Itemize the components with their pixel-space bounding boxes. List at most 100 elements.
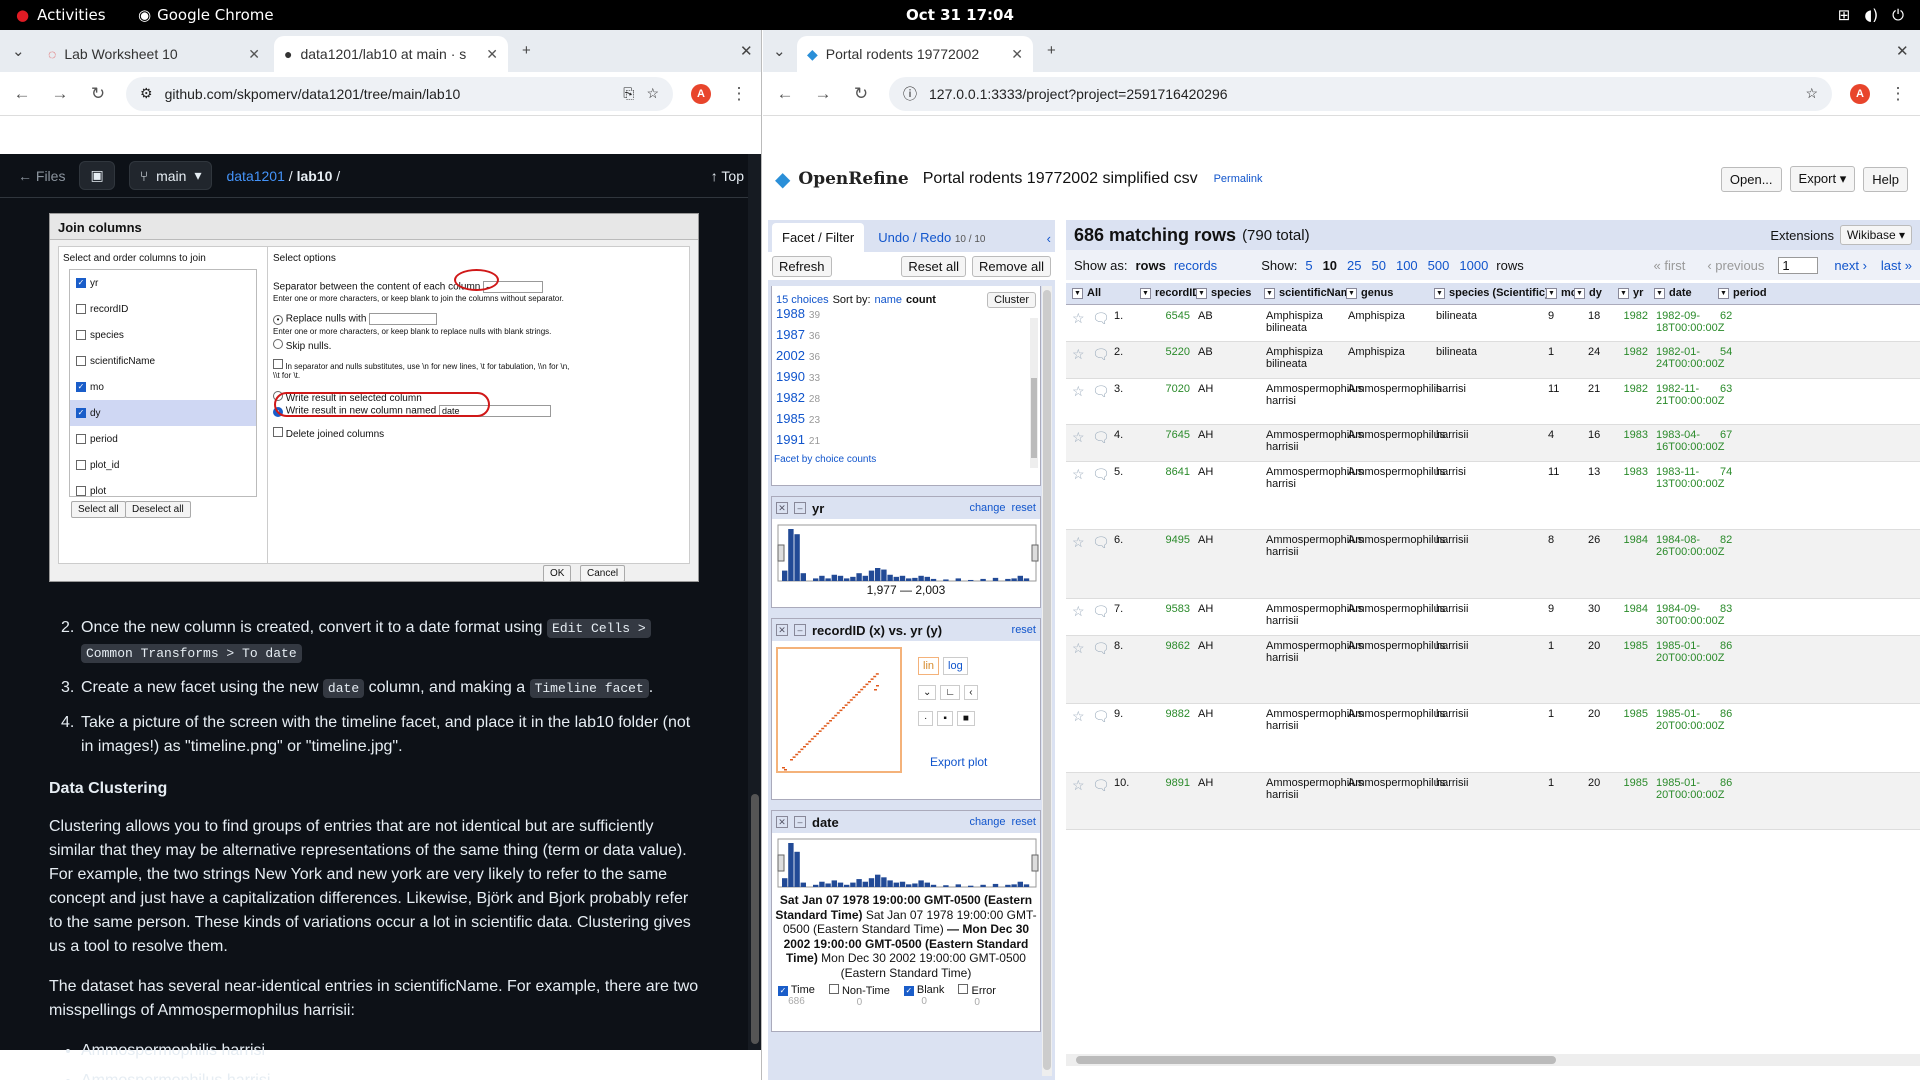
help-button[interactable]: Help	[1863, 166, 1908, 192]
choice-value[interactable]: 1982	[776, 390, 805, 405]
sort-name-link[interactable]: name	[875, 294, 903, 306]
column-checkbox[interactable]: ✓	[76, 382, 86, 392]
star-icon[interactable]: ☆	[1072, 466, 1085, 483]
list-scrollbar[interactable]	[1030, 318, 1038, 468]
choice-value[interactable]: 1991	[776, 432, 805, 447]
column-menu-icon[interactable]: ▼	[1434, 287, 1445, 299]
new-tab-icon[interactable]: +	[522, 42, 531, 59]
close-window-icon[interactable]: ✕	[1896, 42, 1909, 60]
column-checkbox[interactable]: ✓	[76, 278, 86, 288]
wikibase-button[interactable]: Wikibase ▾	[1839, 225, 1912, 245]
choice-value[interactable]: 1988	[776, 306, 805, 321]
choice-item[interactable]: 1991 21	[776, 430, 1040, 451]
column-header[interactable]: ▼ All	[1072, 287, 1101, 299]
note-icon[interactable]: 🗨	[1092, 466, 1110, 483]
address-bar[interactable]: ⓘ 127.0.0.1:3333/project?project=25917164…	[889, 76, 1832, 111]
scroll-thumb[interactable]	[1031, 378, 1037, 458]
skip-nulls-radio[interactable]	[273, 339, 283, 349]
ok-button[interactable]: OK	[543, 565, 572, 582]
reset-link[interactable]: reset	[1012, 624, 1036, 636]
timeline-check[interactable]: Error 0	[958, 984, 996, 1008]
install-icon[interactable]: ⎘	[623, 85, 634, 102]
column-option[interactable]: plot_id	[70, 452, 256, 478]
forward-icon[interactable]: →	[813, 84, 833, 104]
select-all-button[interactable]: Select all	[71, 501, 126, 518]
page-size-option[interactable]: 5	[1305, 258, 1312, 273]
column-checkbox[interactable]	[76, 434, 86, 444]
close-icon[interactable]: ✕	[486, 46, 498, 63]
note-icon[interactable]: 🗨	[1092, 383, 1110, 400]
choice-item[interactable]: 1990 33	[776, 367, 1040, 388]
range-handle[interactable]	[777, 854, 785, 872]
checkbox[interactable]: ✓	[903, 986, 914, 996]
column-menu-icon[interactable]: ▼	[1574, 287, 1585, 299]
column-menu-icon[interactable]: ▼	[1072, 287, 1083, 299]
close-icon[interactable]: ✕	[1011, 46, 1023, 63]
minimize-facet-icon[interactable]: –	[794, 502, 806, 514]
page-size-option[interactable]: 25	[1347, 258, 1361, 273]
column-header[interactable]: ▼ mo	[1546, 287, 1578, 299]
column-option[interactable]: ✓ dy	[70, 400, 256, 426]
yr-histogram[interactable]	[774, 523, 1042, 583]
column-option[interactable]: recordID	[70, 296, 256, 322]
column-checkbox[interactable]	[76, 486, 86, 496]
column-checkbox[interactable]	[76, 304, 86, 314]
column-header[interactable]: ▼ dy	[1574, 287, 1602, 299]
page-size-option[interactable]: 50	[1372, 258, 1386, 273]
branch-button[interactable]: ⑂ main ▾	[128, 161, 213, 190]
close-icon[interactable]: ✕	[248, 46, 260, 63]
openrefine-logo[interactable]: OpenRefine	[798, 169, 908, 189]
page-input[interactable]: 1	[1778, 256, 1819, 274]
replace-nulls-input[interactable]	[369, 313, 438, 325]
note-icon[interactable]: 🗨	[1092, 534, 1110, 551]
page-scrollbar[interactable]	[748, 154, 761, 1050]
top-link[interactable]: ↑ Top	[711, 168, 744, 184]
reset-link[interactable]: reset	[1012, 816, 1036, 828]
reload-icon[interactable]: ↻	[88, 84, 108, 104]
scroll-thumb[interactable]	[751, 794, 759, 1044]
sidebar-icon[interactable]: ▣	[79, 161, 115, 190]
column-header[interactable]: ▼ genus	[1346, 287, 1393, 299]
column-header[interactable]: ▼ yr	[1618, 287, 1643, 299]
star-icon[interactable]: ☆	[1072, 708, 1085, 725]
clock[interactable]: Oct 31 17:04	[0, 6, 1920, 24]
choice-item[interactable]: 2002 36	[776, 346, 1040, 367]
horizontal-scrollbar[interactable]	[1066, 1054, 1920, 1066]
star-icon[interactable]: ☆	[1072, 383, 1085, 400]
timeline-check[interactable]: ✓ Blank 0	[903, 984, 944, 1008]
column-header[interactable]: ▼ recordID	[1140, 287, 1200, 299]
column-option[interactable]: scientificName	[70, 348, 256, 374]
reset-all-button[interactable]: Reset all	[901, 255, 966, 277]
star-icon[interactable]: ☆	[1072, 640, 1085, 657]
cluster-button[interactable]: Cluster	[987, 292, 1036, 308]
large-dot-icon[interactable]: ■	[956, 711, 975, 726]
column-menu-icon[interactable]: ▼	[1346, 287, 1357, 299]
note-icon[interactable]: 🗨	[1092, 603, 1110, 620]
close-window-icon[interactable]: ✕	[740, 42, 753, 60]
remove-all-button[interactable]: Remove all	[971, 255, 1051, 277]
page-size-option[interactable]: 100	[1396, 258, 1418, 273]
page-size-option[interactable]: 500	[1428, 258, 1450, 273]
range-handle[interactable]	[1031, 854, 1039, 872]
note-icon[interactable]: 🗨	[1092, 777, 1110, 794]
column-option[interactable]: plot	[70, 478, 256, 496]
column-header[interactable]: ▼ species	[1196, 287, 1251, 299]
column-menu-icon[interactable]: ▼	[1264, 287, 1275, 299]
bookmark-star-icon[interactable]: ☆	[646, 85, 659, 102]
facet-by-counts-link[interactable]: Facet by choice counts	[772, 454, 1040, 465]
checkbox[interactable]	[828, 984, 839, 994]
note-icon[interactable]: 🗨	[1092, 310, 1110, 327]
cancel-button[interactable]: Cancel	[580, 565, 626, 582]
timeline-check[interactable]: ✓ Time 686	[778, 984, 815, 1008]
panel-scrollbar[interactable]	[1042, 286, 1052, 1076]
previous-page-link[interactable]: ‹ previous	[1707, 258, 1764, 273]
timeline-check[interactable]: Non-Time 0	[828, 984, 890, 1008]
column-option[interactable]: ✓ yr	[70, 270, 256, 296]
refresh-button[interactable]: Refresh	[772, 255, 832, 277]
forward-icon[interactable]: →	[50, 84, 70, 104]
column-header[interactable]: ▼ scientificName	[1264, 287, 1357, 299]
close-facet-icon[interactable]: ✕	[776, 624, 788, 636]
column-checkbox[interactable]	[76, 356, 86, 366]
tab-search-icon[interactable]: ⌄	[773, 42, 786, 60]
scroll-thumb[interactable]	[1043, 290, 1051, 1070]
